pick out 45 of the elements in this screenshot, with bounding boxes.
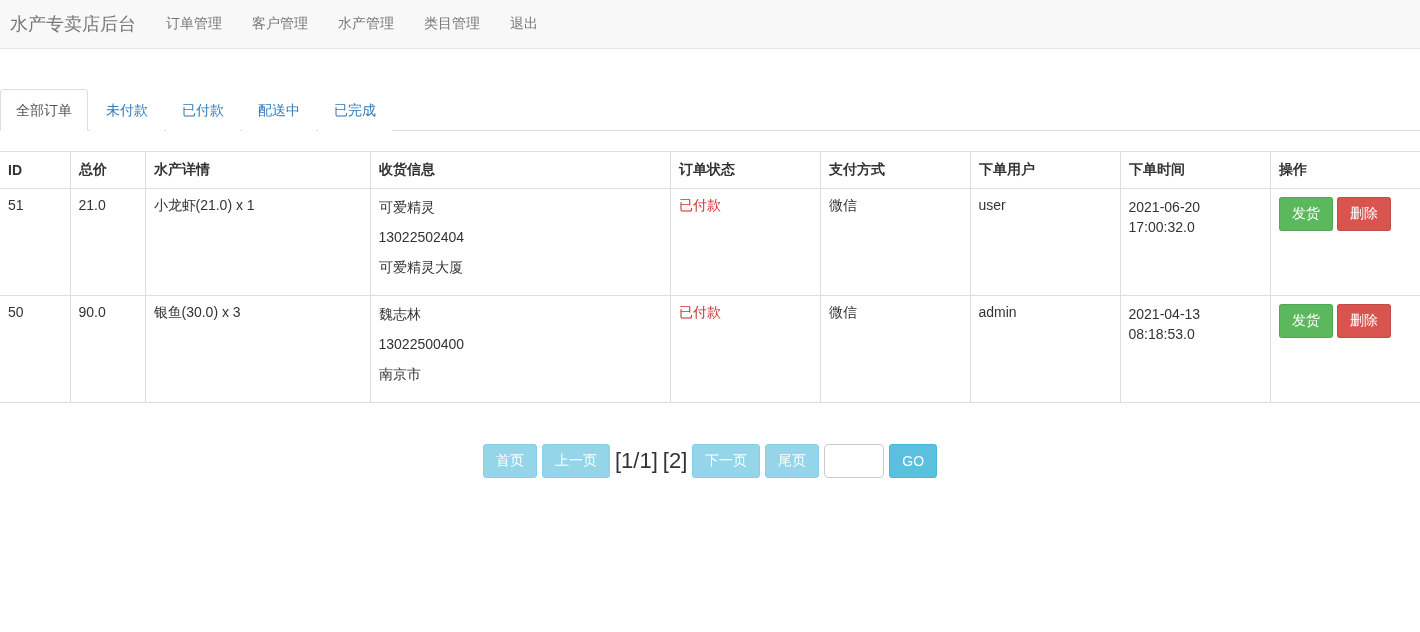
receiver-text: 南京市 [378,365,422,384]
page-info: [2] [662,448,688,474]
nav-link[interactable]: 退出 [510,15,538,33]
action-button[interactable]: 删除 [1336,304,1391,338]
receiver-text: 可爱精灵 [378,198,436,217]
receiver-text: 13022502404 [378,228,466,247]
receiver-text: 魏志林 [378,305,422,324]
action-button[interactable]: 发货 [1278,197,1333,231]
nav-link[interactable]: 客户管理 [252,15,308,33]
column-header: 水产详情 [145,151,370,189]
table-cell: 微信 [820,188,970,296]
column-header: 支付方式 [820,151,970,189]
table-cell: 银鱼(30.0) x 3 [145,295,370,403]
time-text: 17:00:32.0 [1128,218,1196,237]
status-text: 已付款 [670,295,820,403]
table-cell: 21.0 [70,188,145,296]
action-button[interactable]: 删除 [1336,197,1391,231]
table-cell: 小龙虾(21.0) x 1 [145,188,370,296]
nav-link[interactable]: 水产管理 [338,15,394,33]
table-cell: 微信 [820,295,970,403]
page-input[interactable] [824,444,885,478]
action-button[interactable]: 发货 [1278,304,1333,338]
time-text: 2021-04-13 [1128,305,1202,324]
receiver-text: 可爱精灵大厦 [378,258,464,277]
nav-link[interactable]: 类目管理 [424,15,480,33]
table-cell: admin [970,295,1120,403]
nav-link[interactable]: 订单管理 [166,15,222,33]
status-text: 已付款 [670,188,820,296]
receiver-text: 13022500400 [378,335,466,354]
page-info: [1/1] [614,448,658,474]
column-header: 下单时间 [1120,151,1270,189]
column-header: 下单用户 [970,151,1120,189]
column-header: 总价 [70,151,145,189]
time-text: 2021-06-20 [1128,198,1202,217]
order-tab[interactable]: 全部订单 [0,89,88,131]
table-cell: 50 [0,295,70,403]
brand-title: 水产专卖店后台 [10,13,136,36]
column-header: 收货信息 [370,151,670,189]
table-cell: 51 [0,188,70,296]
table-cell: user [970,188,1120,296]
column-header: 订单状态 [670,151,820,189]
table-cell: 90.0 [70,295,145,403]
column-header: 操作 [1270,151,1420,189]
time-text: 08:18:53.0 [1128,325,1196,344]
column-header: ID [0,151,70,189]
